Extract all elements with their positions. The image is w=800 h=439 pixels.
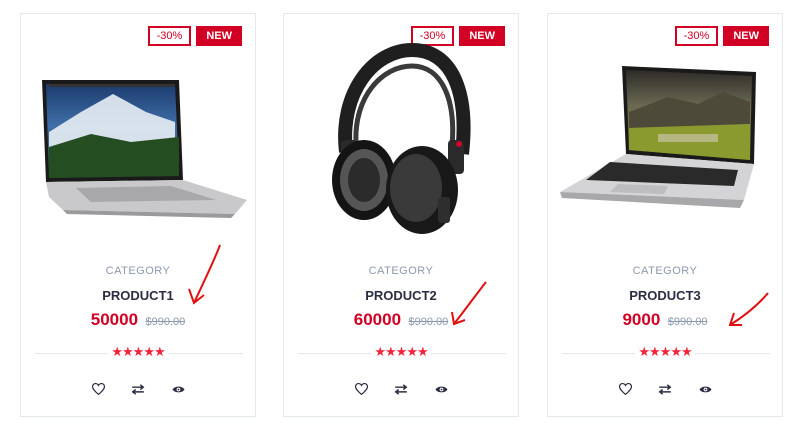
add-to-wishlist-button[interactable]: [351, 380, 371, 398]
product-category[interactable]: CATEGORY: [284, 265, 518, 277]
product-image-headphones[interactable]: [284, 42, 520, 242]
annotation-arrow-3: [728, 292, 769, 326]
heart-icon: [91, 383, 105, 395]
add-to-compare-button[interactable]: [391, 380, 411, 398]
product-image-laptop[interactable]: [21, 42, 257, 242]
annotation-arrow-1: [188, 244, 221, 305]
product-rating: ★★★★★: [21, 344, 255, 360]
exchange-icon: [394, 383, 408, 395]
annotation-arrow-2: [451, 281, 487, 326]
old-price: $990.00: [145, 316, 186, 328]
product-image-laptop[interactable]: [548, 42, 784, 242]
product-actions: [548, 380, 782, 398]
product-price: 9000: [622, 310, 661, 329]
laptop-image: [42, 80, 247, 218]
product-rating: ★★★★★: [284, 344, 518, 360]
eye-icon: [435, 386, 447, 392]
add-to-compare-button[interactable]: [655, 380, 675, 398]
exchange-icon: [131, 383, 145, 395]
product-actions: [21, 380, 255, 398]
product-price: 50000: [90, 310, 139, 329]
old-price: $990.00: [408, 316, 449, 328]
eye-icon: [699, 386, 711, 392]
quick-view-button[interactable]: [168, 380, 188, 398]
add-to-wishlist-button[interactable]: [88, 380, 108, 398]
eye-icon: [172, 386, 184, 392]
exchange-icon: [658, 383, 672, 395]
product-card-1[interactable]: -30% NEW CATEGORY PRODUCT1 50000 $990.00…: [20, 13, 256, 417]
rating-stars: ★★★★★: [108, 344, 168, 359]
product-rating: ★★★★★: [548, 344, 782, 360]
product-actions: [284, 380, 518, 398]
product-price: 60000: [353, 310, 402, 329]
product-category[interactable]: CATEGORY: [548, 265, 782, 277]
laptop-image: [560, 66, 756, 208]
heart-icon: [354, 383, 368, 395]
rating-stars: ★★★★★: [635, 344, 695, 359]
price-row: 50000 $990.00: [21, 310, 255, 330]
rating-stars: ★★★★★: [371, 344, 431, 359]
headphones-image: [332, 42, 471, 234]
add-to-wishlist-button[interactable]: [615, 380, 635, 398]
quick-view-button[interactable]: [695, 380, 715, 398]
add-to-compare-button[interactable]: [128, 380, 148, 398]
product-card-3[interactable]: -30% NEW CATEGORY PRODUCT3 9000 $990.00 …: [547, 13, 783, 417]
product-card-2[interactable]: -30% NEW CATEGORY PRODUCT2 60000 $990.00…: [283, 13, 519, 417]
old-price: $990.00: [667, 316, 708, 328]
quick-view-button[interactable]: [431, 380, 451, 398]
heart-icon: [618, 383, 632, 395]
